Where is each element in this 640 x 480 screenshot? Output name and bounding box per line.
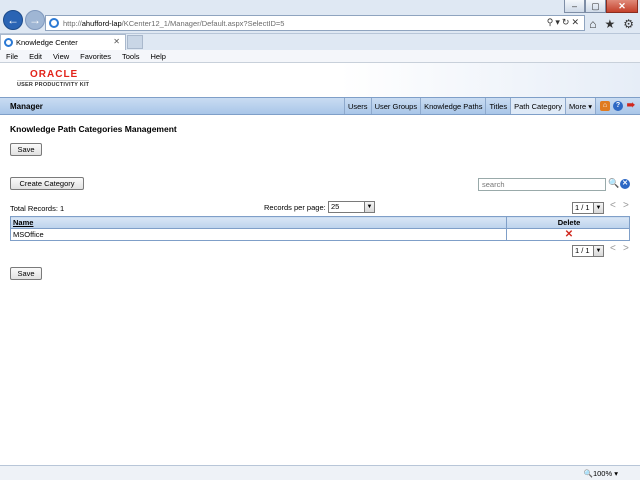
manager-navbar: Manager Users User Groups Knowledge Path… (0, 97, 640, 115)
next-page-icon[interactable]: > (623, 200, 629, 211)
new-tab-button[interactable] (127, 35, 143, 49)
zoom-level[interactable]: 🔍100% ▾ (584, 469, 618, 478)
save-button-bottom[interactable]: Save (10, 267, 42, 280)
menu-edit[interactable]: Edit (29, 52, 42, 61)
categories-table: Name Delete MSOffice ✕ (10, 216, 630, 241)
menu-help[interactable]: Help (151, 52, 166, 61)
window-controls: – ▢ ✕ (564, 0, 638, 13)
tab-bar: Knowledge Center ✕ (0, 34, 640, 50)
logo-divider (17, 80, 89, 81)
nav-links: Users User Groups Knowledge Paths Titles… (343, 98, 640, 114)
chevron-down-icon: ▾ (614, 469, 618, 478)
nav-titles[interactable]: Titles (485, 98, 510, 114)
clear-search-icon[interactable]: ✕ (620, 179, 630, 189)
menu-tools[interactable]: Tools (122, 52, 140, 61)
browser-toolbar-icons: ⌂ ★ ⚙ (589, 17, 634, 31)
tab-knowledge-center[interactable]: Knowledge Center ✕ (0, 34, 126, 50)
total-records: Total Records: 1 (10, 204, 65, 213)
nav-more-label: More (569, 101, 587, 111)
chevron-down-icon: ▾ (588, 101, 592, 111)
forward-arrow-icon[interactable]: → (25, 10, 45, 30)
prev-page-icon[interactable]: < (610, 200, 616, 211)
back-arrow-icon[interactable]: ← (3, 10, 23, 30)
create-category-button[interactable]: Create Category (10, 177, 84, 190)
header-gradient (340, 63, 640, 97)
favorites-star-icon[interactable]: ★ (604, 17, 615, 31)
tab-title: Knowledge Center (16, 38, 78, 47)
home-icon[interactable]: ⌂ (589, 17, 596, 31)
records-per-page-label: Records per page: (264, 203, 326, 212)
tab-close-icon[interactable]: ✕ (113, 37, 120, 46)
next-page-icon[interactable]: > (623, 243, 629, 254)
page-header: ORACLE USER PRODUCTIVITY KIT (0, 63, 640, 97)
zoom-icon: 🔍 (583, 469, 593, 478)
chevron-down-icon: ▼ (593, 203, 603, 213)
column-header-name[interactable]: Name (10, 216, 507, 229)
menu-view[interactable]: View (53, 52, 69, 61)
close-window-button[interactable]: ✕ (606, 0, 638, 13)
settings-gear-icon[interactable]: ⚙ (623, 17, 634, 31)
menu-file[interactable]: File (6, 52, 18, 61)
nav-knowledge-paths[interactable]: Knowledge Paths (420, 98, 485, 114)
address-url: http://ahufford-lap/KCenter12_1/Manager/… (63, 18, 285, 28)
nav-user-groups[interactable]: User Groups (370, 98, 421, 114)
product-name: USER PRODUCTIVITY KIT (17, 82, 90, 88)
address-tools-icon[interactable]: ⚲▾↻✕ (547, 17, 581, 28)
minimize-button[interactable]: – (564, 0, 585, 13)
ie-tab-icon (4, 38, 13, 47)
ie-icon (49, 18, 59, 28)
records-per-page-value: 25 (331, 202, 340, 211)
table-row[interactable]: MSOffice ✕ (10, 228, 630, 241)
home-icon[interactable]: ⌂ (600, 101, 610, 111)
address-bar[interactable]: http://ahufford-lap/KCenter12_1/Manager/… (45, 15, 585, 31)
page-select-bottom[interactable]: 1 / 1 ▼ (572, 245, 604, 257)
menu-favorites[interactable]: Favorites (80, 52, 111, 61)
menu-bar: File Edit View Favorites Tools Help (0, 50, 640, 63)
search-input[interactable] (478, 178, 606, 191)
page-title: Knowledge Path Categories Management (10, 124, 177, 134)
browser-titlebar: ← → http://ahufford-lap/KCenter12_1/Mana… (0, 0, 640, 34)
page-select-top[interactable]: 1 / 1 ▼ (572, 202, 604, 214)
sort-by-name-link[interactable]: Name (13, 218, 33, 227)
table-header-row: Name Delete (10, 216, 630, 229)
nav-icon-group: ⌂ ? ➠ (595, 98, 640, 114)
help-icon[interactable]: ? (613, 101, 623, 111)
prev-page-icon[interactable]: < (610, 243, 616, 254)
status-bar: 🔍100% ▾ (0, 465, 640, 480)
oracle-logo: ORACLE (30, 69, 79, 80)
nav-path-category[interactable]: Path Category (510, 98, 566, 114)
navbar-title: Manager (10, 102, 43, 111)
delete-icon[interactable]: ✕ (506, 228, 630, 241)
chevron-down-icon: ▼ (364, 202, 374, 212)
zoom-value: 100% (592, 469, 613, 478)
category-name-cell[interactable]: MSOffice (10, 228, 507, 241)
nav-more[interactable]: More ▾ (565, 98, 595, 114)
records-per-page-select[interactable]: 25 ▼ (328, 201, 375, 213)
save-button-top[interactable]: Save (10, 143, 42, 156)
exit-icon[interactable]: ➠ (626, 101, 636, 111)
page-value-top: 1 / 1 (575, 203, 590, 212)
column-header-delete: Delete (506, 216, 630, 229)
page-value-bottom: 1 / 1 (575, 246, 590, 255)
nav-users[interactable]: Users (343, 98, 371, 114)
search-icon[interactable]: 🔍 (608, 178, 619, 189)
maximize-button[interactable]: ▢ (585, 0, 606, 13)
chevron-down-icon: ▼ (593, 246, 603, 256)
